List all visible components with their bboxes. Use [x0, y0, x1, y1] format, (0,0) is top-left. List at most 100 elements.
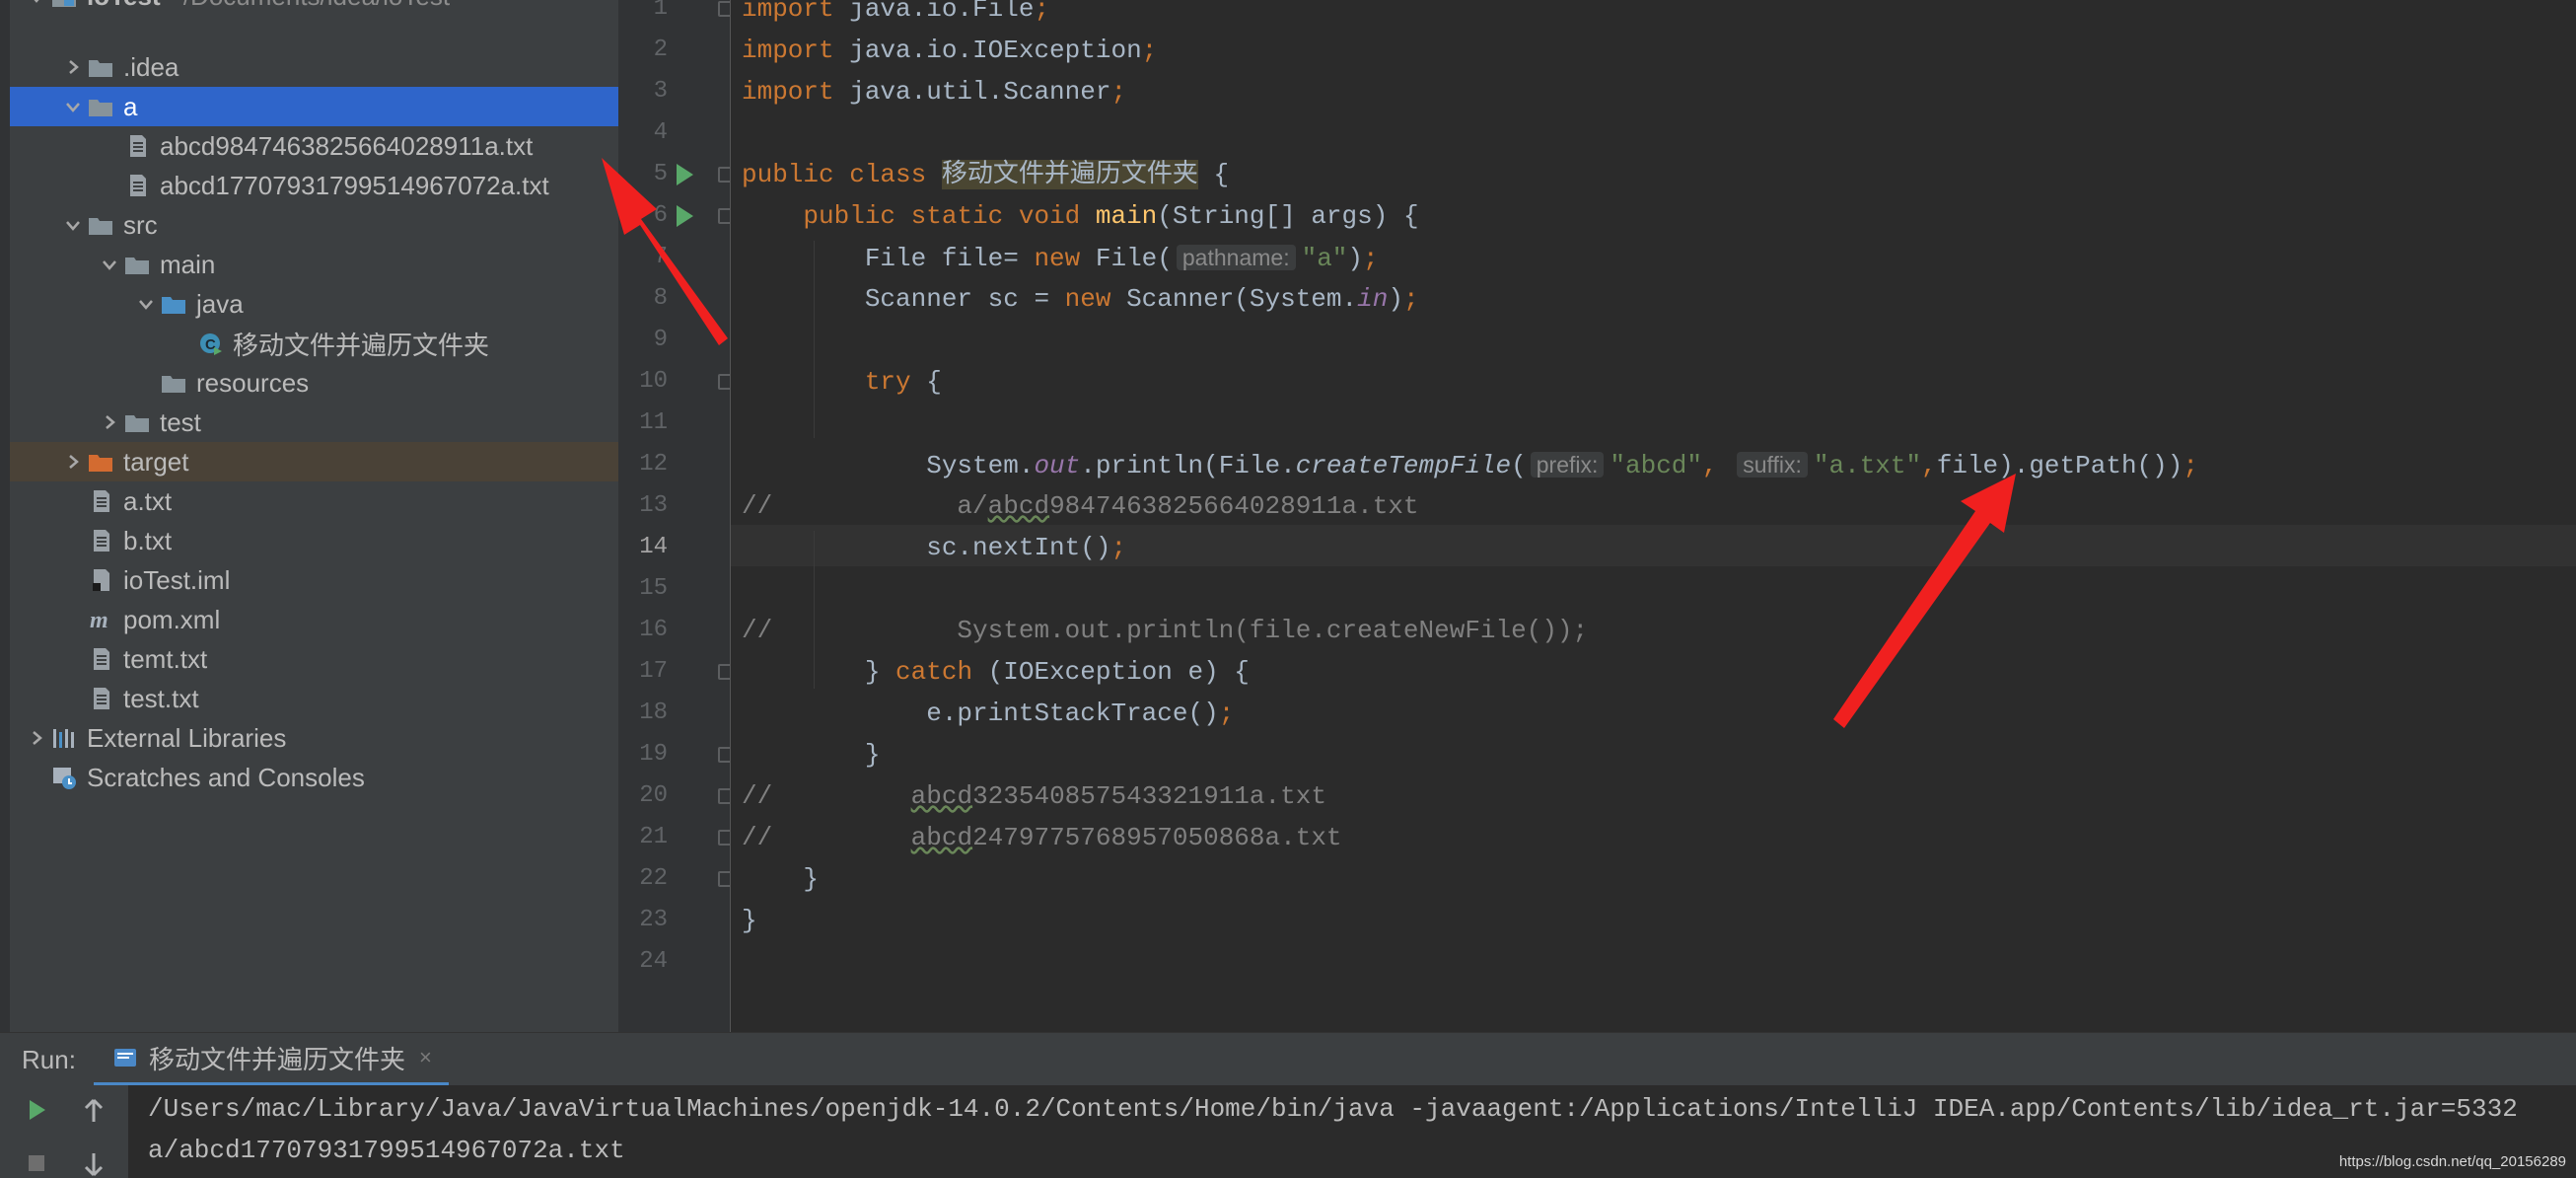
line-number: 6 — [653, 202, 668, 229]
code-token: out — [1034, 451, 1081, 480]
run-tab[interactable]: 移动文件并遍历文件夹 × — [94, 1033, 449, 1086]
code-token: ; — [1218, 699, 1235, 728]
code-token: 移动文件并遍历文件夹 — [941, 160, 1198, 189]
svg-text:m: m — [90, 608, 108, 633]
code-token: (String[] args) { — [1157, 201, 1419, 231]
run-console[interactable]: /Users/mac/Library/Java/JavaVirtualMachi… — [0, 1085, 2576, 1178]
code-token: { — [1197, 160, 1230, 189]
chevron-down-icon[interactable] — [97, 245, 122, 284]
tree-item-label: main — [160, 249, 216, 279]
chevron-down-icon[interactable] — [60, 205, 86, 245]
tree-item[interactable]: temt.txt — [10, 639, 618, 679]
tree-item[interactable]: abcd17707931799514967072a.txt — [10, 166, 618, 205]
code-token: import — [742, 0, 850, 24]
chevron-right-icon[interactable] — [60, 442, 86, 481]
code-token: createTempFile — [1295, 451, 1512, 480]
code-token: abcd — [910, 823, 973, 852]
line-number: 13 — [639, 492, 668, 519]
tree-item-label: ioTest — [87, 0, 161, 12]
rerun-icon[interactable] — [24, 1097, 49, 1123]
code-line: public class 移动文件并遍历文件夹 { — [742, 154, 1229, 195]
excluded-folder-icon — [86, 442, 115, 481]
tree-item[interactable]: a — [10, 87, 618, 127]
chevron-right-icon[interactable] — [24, 718, 49, 758]
tree-item[interactable]: main — [10, 245, 618, 284]
code-token: try — [864, 367, 927, 397]
tree-item[interactable]: test.txt — [10, 679, 618, 718]
up-arrow-icon[interactable] — [81, 1097, 107, 1125]
code-token: // System.out.println(file.createNewFile… — [742, 616, 1589, 645]
line-number: 3 — [653, 78, 668, 105]
code-token: file).getPath()) — [1936, 451, 2183, 480]
chevron-right-icon[interactable] — [97, 403, 122, 442]
code-line: import java.util.Scanner; — [742, 71, 1126, 112]
code-line: import java.io.File; — [742, 0, 1049, 30]
tree-item[interactable]: ioTest ~/Documents/idea/ioTest — [10, 0, 618, 17]
tree-item[interactable]: a.txt — [10, 481, 618, 521]
code-token: , — [1921, 451, 1937, 480]
code-token: java.io.File — [849, 0, 1035, 24]
line-number: 22 — [639, 865, 668, 892]
text-icon — [122, 166, 152, 205]
chevron-down-icon[interactable] — [60, 87, 86, 126]
code-token: new — [1064, 284, 1127, 314]
chevron-down-icon[interactable] — [24, 0, 49, 17]
iml-icon — [86, 560, 115, 600]
tree-item-label: 移动文件并遍历文件夹 — [233, 330, 490, 360]
line-number: 8 — [653, 285, 668, 312]
line-number: 18 — [639, 699, 668, 726]
console-line: a/abcd17707931799514967072a.txt — [148, 1136, 625, 1165]
code-token: (IOException e) { — [987, 657, 1250, 687]
tree-item[interactable]: ioTest.iml — [10, 560, 618, 600]
code-token: } — [742, 864, 820, 894]
code-line: public static void main(String[] args) { — [742, 195, 1419, 237]
code-token: File( — [1095, 244, 1173, 273]
tree-item[interactable]: C 移动文件并遍历文件夹 — [10, 324, 618, 363]
tree-item[interactable]: Scratches and Consoles — [10, 758, 618, 797]
tree-item[interactable]: b.txt — [10, 521, 618, 560]
code-token: // — [742, 781, 911, 811]
tree-item-label: test.txt — [123, 683, 199, 713]
tree-item[interactable]: src — [10, 205, 618, 245]
run-gutter-icon[interactable] — [674, 162, 695, 187]
run-gutter-icon[interactable] — [674, 203, 695, 229]
tree-item[interactable]: target — [10, 442, 618, 482]
tree-item[interactable]: m pom.xml — [10, 600, 618, 639]
chevron-right-icon[interactable] — [60, 47, 86, 87]
code-editor[interactable]: import java.io.File; import java.io.IOExc… — [731, 0, 2576, 1032]
tree-item[interactable]: abcd9847463825664028911a.txt — [10, 126, 618, 166]
code-token: .println(File. — [1080, 451, 1296, 480]
down-arrow-icon[interactable] — [81, 1150, 107, 1178]
tree-item-label: temt.txt — [123, 643, 208, 674]
watermark: https://blog.csdn.net/qq_20156289 — [2338, 1153, 2566, 1170]
stop-icon[interactable] — [24, 1150, 49, 1176]
code-token: ( — [1511, 451, 1527, 480]
tree-item[interactable]: test — [10, 403, 618, 442]
tree-item[interactable]: .idea — [10, 47, 618, 87]
code-token: "a" — [1301, 244, 1348, 273]
line-number: 11 — [639, 409, 668, 436]
tree-item-label: abcd9847463825664028911a.txt — [160, 130, 534, 161]
tree-item-label: .idea — [123, 51, 179, 82]
tree-item[interactable]: java — [10, 284, 618, 324]
parameter-hint: suffix: — [1737, 452, 1808, 478]
parameter-hint: prefix: — [1530, 452, 1605, 478]
close-tab-icon[interactable]: × — [419, 1045, 432, 1070]
line-number: 1 — [653, 0, 668, 22]
code-line: // System.out.println(file.createNewFile… — [742, 610, 1588, 651]
tree-item-label: Scratches and Consoles — [87, 762, 365, 792]
code-line: } catch (IOException e) { — [742, 651, 1250, 693]
tree-item[interactable]: External Libraries — [10, 718, 618, 758]
run-tool-window-header: Run: 移动文件并遍历文件夹 × — [0, 1032, 2576, 1086]
chevron-down-icon[interactable] — [133, 284, 159, 324]
code-line: // abcd2479775768957050868a.txt — [742, 817, 1342, 858]
code-token: System. — [742, 451, 1035, 480]
line-number: 7 — [653, 244, 668, 270]
tree-item[interactable]: resources — [10, 363, 618, 403]
line-number: 4 — [653, 119, 668, 146]
code-token: import — [742, 77, 850, 107]
